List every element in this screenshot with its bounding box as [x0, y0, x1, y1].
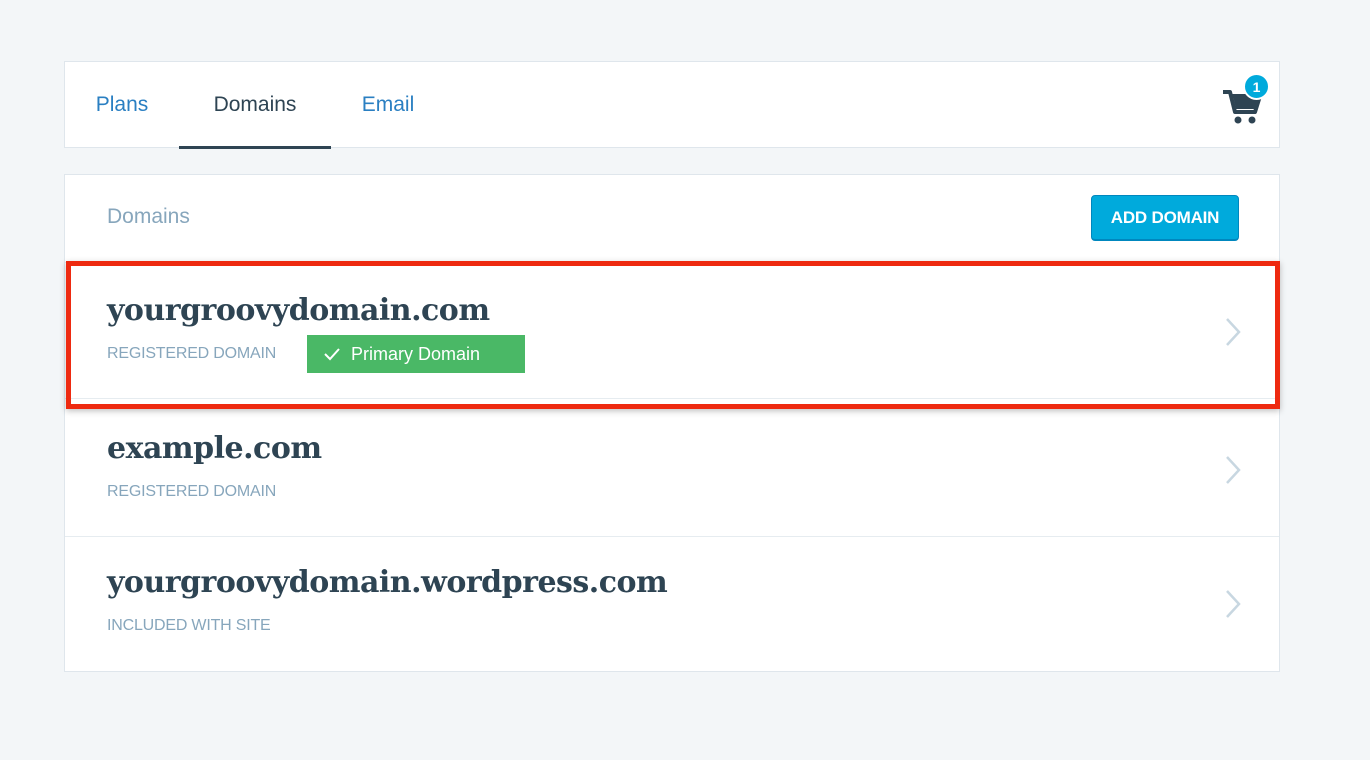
domain-row-primary[interactable]: yourgroovydomain.com REGISTERED DOMAIN P… [65, 263, 1279, 399]
primary-domain-badge: Primary Domain [307, 335, 525, 373]
domain-type-label: REGISTERED DOMAIN [107, 345, 277, 362]
domain-row[interactable]: yourgroovydomain.wordpress.com INCLUDED … [65, 537, 1279, 672]
chevron-right-icon [1226, 590, 1241, 618]
tab-email[interactable]: Email [345, 62, 431, 148]
checkmark-icon [324, 348, 340, 361]
add-domain-button[interactable]: ADD DOMAIN [1091, 195, 1239, 241]
domain-name: yourgroovydomain.wordpress.com [107, 565, 668, 600]
domain-type-label: INCLUDED WITH SITE [107, 617, 271, 634]
section-tab-bar: Plans Domains Email 1 [64, 61, 1280, 149]
domain-name: yourgroovydomain.com [107, 293, 490, 328]
tab-domains[interactable]: Domains [179, 62, 331, 149]
cart-count-badge: 1 [1243, 73, 1270, 100]
domains-card-header: Domains ADD DOMAIN [65, 175, 1279, 263]
domains-card: Domains ADD DOMAIN yourgroovydomain.com … [64, 174, 1280, 672]
primary-domain-badge-label: Primary Domain [351, 343, 481, 364]
domain-row[interactable]: example.com REGISTERED DOMAIN [65, 399, 1279, 537]
domain-name: example.com [107, 431, 322, 466]
domain-type-label: REGISTERED DOMAIN [107, 483, 277, 500]
chevron-right-icon [1226, 456, 1241, 484]
tab-plans[interactable]: Plans [79, 62, 165, 148]
domains-card-title: Domains [107, 205, 190, 228]
chevron-right-icon [1226, 318, 1241, 346]
